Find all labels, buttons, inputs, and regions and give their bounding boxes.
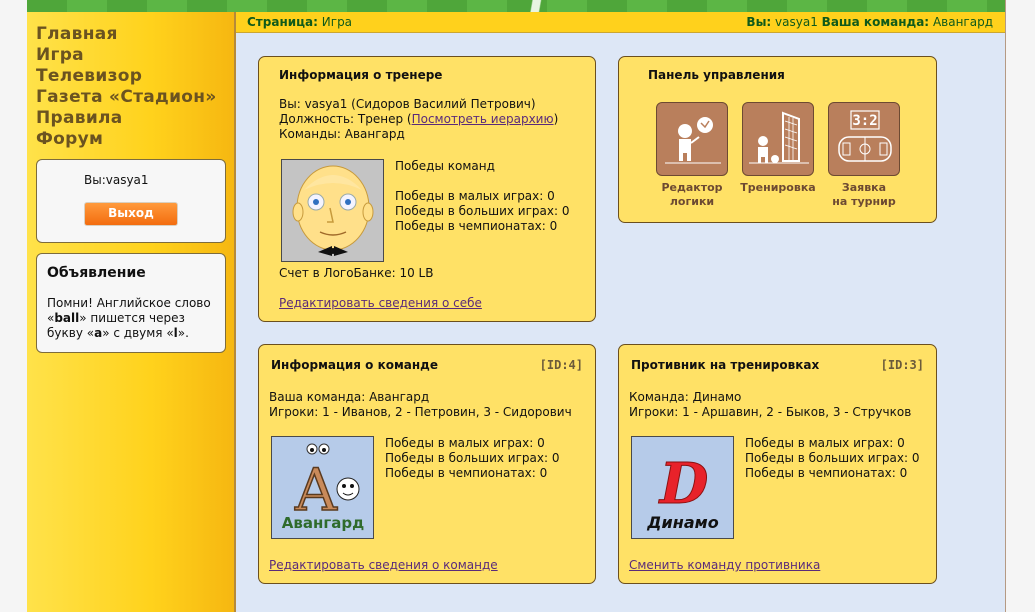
grass-banner bbox=[27, 0, 1005, 12]
main-nav: Главная Игра Телевизор Газета «Стадион» … bbox=[36, 24, 217, 150]
coach-info-card: Информация о тренере Вы: vasya1 (Сидоров… bbox=[258, 56, 596, 322]
opponent-wins-big: Победы в больших играх: 0 bbox=[745, 451, 920, 465]
team-players-line: Игроки: 1 - Иванов, 2 - Петровин, 3 - Си… bbox=[269, 405, 572, 419]
team-name-line: Ваша команда: Авангард bbox=[269, 390, 430, 404]
coach-teams-line: Команды: Авангард bbox=[279, 127, 405, 141]
avangard-logo-name: Авангард bbox=[282, 514, 364, 532]
robot-logic-icon bbox=[665, 117, 721, 164]
opponent-wins-small: Победы в малых играх: 0 bbox=[745, 436, 905, 450]
opponent-wins-champ: Победы в чемпионатах: 0 bbox=[745, 466, 908, 480]
nav-item-rules[interactable]: Правила bbox=[36, 108, 217, 129]
announcement-title: Объявление bbox=[47, 265, 146, 281]
announcement-box: Объявление Помни! Английское слово «ball… bbox=[36, 253, 226, 353]
team-wins-small: Победы в малых играх: 0 bbox=[385, 436, 545, 450]
opponent-name-line: Команда: Динамо bbox=[629, 390, 742, 404]
coach-wins-champ: Победы в чемпионатах: 0 bbox=[395, 219, 558, 233]
coach-wins-big: Победы в больших играх: 0 bbox=[395, 204, 570, 218]
nav-item-tv[interactable]: Телевизор bbox=[36, 66, 217, 87]
announcement-text: Помни! Английское слово «ball» пишется ч… bbox=[47, 296, 211, 340]
team-id-tag: [ID:4] bbox=[539, 358, 583, 372]
nav-item-newspaper[interactable]: Газета «Стадион» bbox=[36, 87, 217, 108]
dinamo-logo: D Динамо bbox=[631, 436, 734, 539]
control-panel-card: Панель управления Редактор логики Трениро… bbox=[618, 56, 937, 223]
opponent-card-title: Противник на тренировках bbox=[631, 358, 820, 372]
login-box: Вы:vasya1 Выход bbox=[36, 159, 226, 243]
scoreboard-score: 3:2 bbox=[852, 113, 877, 129]
tournament-scoreboard-icon: 3:2 bbox=[838, 110, 892, 162]
avangard-logo: А Авангард bbox=[271, 436, 374, 539]
nav-item-forum[interactable]: Форум bbox=[36, 129, 217, 150]
team-info-card: Информация о команде [ID:4] Ваша команда… bbox=[258, 344, 596, 584]
training-label[interactable]: Тренировка bbox=[733, 181, 823, 195]
coach-position-line: Должность: Тренер (Посмотреть иерархию) bbox=[279, 112, 559, 126]
current-page-indicator: Страница: Игра bbox=[247, 15, 353, 29]
logout-button[interactable]: Выход bbox=[84, 202, 178, 226]
logic-editor-button[interactable] bbox=[656, 102, 728, 176]
opponent-players-line: Игроки: 1 - Аршавин, 2 - Быков, 3 - Стру… bbox=[629, 405, 912, 419]
current-user-label: Вы:vasya1 bbox=[84, 173, 149, 187]
training-goal-icon bbox=[749, 111, 809, 164]
sidebar: Главная Игра Телевизор Газета «Стадион» … bbox=[27, 12, 236, 612]
coach-wins-heading: Победы команд bbox=[395, 159, 495, 173]
dinamo-logo-letter: D bbox=[658, 451, 709, 517]
training-button[interactable] bbox=[742, 102, 814, 176]
training-opponent-card: Противник на тренировках [ID:3] Команда:… bbox=[618, 344, 937, 584]
team-card-title: Информация о команде bbox=[271, 358, 439, 372]
coach-you-line: Вы: vasya1 (Сидоров Василий Петрович) bbox=[279, 97, 536, 111]
view-hierarchy-link[interactable]: Посмотреть иерархию bbox=[412, 112, 554, 126]
tournament-application-label[interactable]: Заявка на турнир bbox=[819, 181, 909, 209]
nav-item-home[interactable]: Главная bbox=[36, 24, 217, 45]
coach-avatar bbox=[281, 159, 384, 262]
logobank-balance: Счет в ЛогоБанке: 10 LB bbox=[279, 266, 434, 280]
page-right-margin bbox=[1005, 0, 1035, 612]
nav-item-game[interactable]: Игра bbox=[36, 45, 217, 66]
logic-editor-label[interactable]: Редактор логики bbox=[647, 181, 737, 209]
change-opponent-link[interactable]: Сменить команду противника bbox=[629, 558, 820, 572]
coach-card-title: Информация о тренере bbox=[279, 68, 443, 82]
page-left-margin bbox=[0, 0, 27, 612]
info-bar: Страница: Игра Вы: vasya1 Ваша команда: … bbox=[236, 12, 1005, 33]
team-wins-big: Победы в больших играх: 0 bbox=[385, 451, 560, 465]
edit-team-link[interactable]: Редактировать сведения о команде bbox=[269, 558, 498, 572]
tournament-application-button[interactable]: 3:2 bbox=[828, 102, 900, 176]
dinamo-logo-name: Динамо bbox=[646, 513, 718, 532]
coach-wins-small: Победы в малых играх: 0 bbox=[395, 189, 555, 203]
team-wins-champ: Победы в чемпионатах: 0 bbox=[385, 466, 548, 480]
user-team-indicator: Вы: vasya1 Ваша команда: Авангард bbox=[746, 15, 993, 29]
control-panel-title: Панель управления bbox=[648, 68, 785, 82]
opponent-id-tag: [ID:3] bbox=[880, 358, 924, 372]
edit-profile-link[interactable]: Редактировать сведения о себе bbox=[279, 296, 482, 310]
